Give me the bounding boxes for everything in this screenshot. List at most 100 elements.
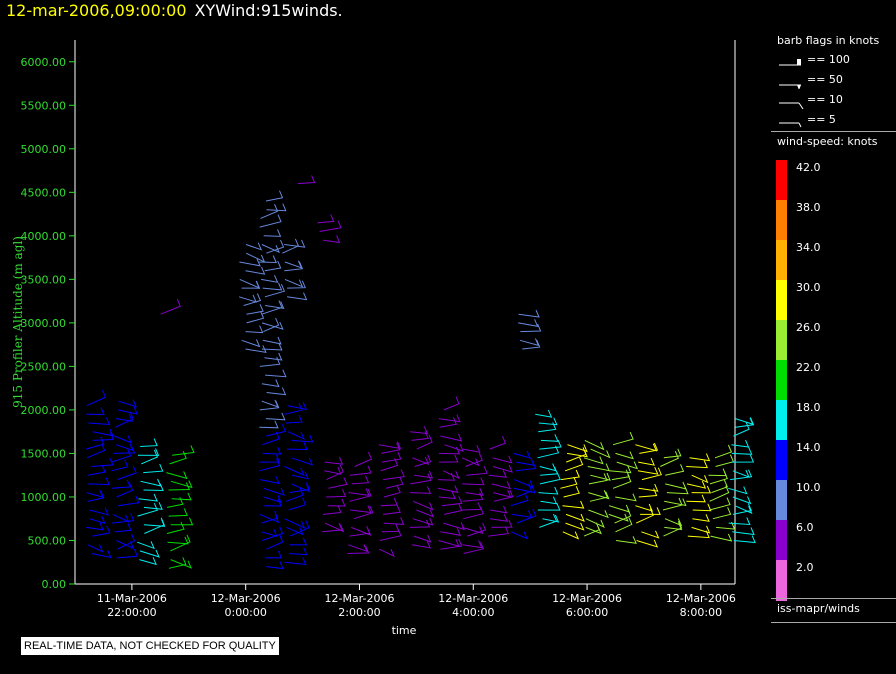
wind-barb — [686, 494, 706, 503]
wind-barb — [728, 486, 748, 495]
wind-barb — [438, 539, 460, 547]
wind-barb — [259, 458, 281, 472]
wind-barb — [116, 540, 135, 550]
wind-speed-colorbar: 42.0 38.0 34.0 30.0 26.0 22.0 18.0 14.0 10.0 6.0 2… — [776, 160, 821, 601]
wind-barb — [245, 325, 264, 334]
wind-barb — [735, 417, 755, 426]
wind-barb-profile — [660, 448, 689, 537]
colorbar-segment — [776, 480, 787, 521]
wind-barb — [89, 507, 109, 516]
wind-barb — [86, 443, 106, 459]
wind-barb — [328, 477, 348, 489]
wind-barb — [238, 294, 257, 303]
colorbar-label: 42.0 — [796, 161, 821, 174]
wind-barb — [512, 510, 533, 519]
wind-barb-profile — [282, 238, 308, 301]
wind-barb — [411, 540, 432, 549]
wind-barb — [588, 509, 609, 519]
wind-barb — [585, 518, 605, 528]
wind-barb — [324, 456, 344, 465]
wind-barb — [590, 472, 611, 481]
x-tick-label: 0:00:00 — [224, 606, 266, 619]
colorbar-label: 2.0 — [796, 561, 814, 574]
wind-barb — [264, 284, 286, 298]
wind-barb — [264, 352, 283, 361]
wind-barb — [615, 493, 637, 502]
wind-barb — [443, 396, 460, 411]
x-tick-label: 12-Mar-2006 — [552, 592, 622, 605]
wind-barb — [112, 513, 130, 523]
wind-barb-profile — [608, 431, 639, 544]
wind-barb — [383, 485, 401, 498]
wind-barb — [379, 528, 402, 541]
wind-barb — [261, 275, 279, 283]
wind-barb — [259, 454, 281, 463]
wind-barb — [138, 493, 158, 502]
barb-flag-label: == 5 — [807, 113, 836, 126]
wind-barb — [262, 282, 283, 291]
wind-barb — [615, 451, 634, 460]
wind-barb — [638, 483, 659, 492]
wind-barb — [465, 453, 483, 467]
wind-barb-profile — [488, 435, 514, 537]
wind-barb — [440, 433, 463, 442]
legend-divider — [771, 131, 896, 132]
wind-barb — [260, 204, 279, 219]
wind-barb — [261, 399, 279, 408]
wind-barb — [565, 513, 585, 522]
barb-flag-50: == 50 — [777, 73, 887, 89]
wind-barb-profile — [378, 441, 405, 558]
wind-barb — [438, 473, 456, 481]
barb-flag-label: == 50 — [807, 73, 843, 86]
x-axis-label: time — [392, 624, 417, 637]
wind-barb — [466, 466, 488, 476]
wind-barb-profile — [259, 424, 287, 570]
wind-barb — [491, 519, 513, 528]
wind-barb — [691, 525, 711, 534]
wind-barb — [439, 446, 461, 455]
wind-barb — [262, 446, 282, 455]
wind-barb — [616, 461, 639, 470]
y-tick-label: 2000.00 — [21, 404, 67, 417]
wind-barb — [350, 505, 372, 514]
wind-barb — [266, 534, 284, 550]
legend-divider — [771, 598, 896, 599]
wind-barb — [263, 317, 280, 333]
wind-barb — [412, 456, 430, 466]
wind-barb — [265, 412, 286, 421]
wind-barb — [444, 443, 464, 452]
wind-barb — [514, 479, 534, 489]
wind-barb — [86, 489, 104, 498]
wind-barb — [262, 336, 282, 345]
wind-barb — [143, 519, 166, 527]
wind-barb — [286, 487, 304, 502]
wind-barb — [440, 528, 462, 536]
wind-barb — [562, 531, 580, 540]
wind-barb — [86, 407, 105, 415]
wind-barb — [317, 214, 335, 224]
wind-barb-profile — [437, 396, 466, 550]
barb-50-icon — [779, 84, 801, 89]
wind-barb — [118, 495, 140, 507]
wind-barb — [641, 467, 662, 481]
wind-profile-plot: 0.00 500.00 1000.00 1500.00 2000.00 2500.00 30… — [11, 40, 756, 637]
wind-barb — [635, 503, 654, 512]
wind-barb — [265, 190, 284, 202]
wind-barb — [462, 477, 485, 486]
colorbar-label: 6.0 — [796, 521, 814, 534]
wind-barb — [686, 480, 707, 489]
wind-barb — [712, 507, 732, 520]
y-tick-label: 5500.00 — [21, 99, 67, 112]
wind-barb — [348, 488, 370, 497]
wind-barb — [137, 503, 158, 517]
colorbar-segment — [776, 520, 787, 561]
wind-barb-profile — [166, 445, 195, 569]
wind-barb — [169, 451, 187, 465]
wind-barb-profile — [284, 402, 314, 565]
wind-barb — [166, 471, 188, 480]
wind-barb — [261, 342, 283, 351]
wind-barb — [539, 463, 557, 472]
wind-barb — [323, 235, 341, 244]
wind-barb — [413, 534, 432, 543]
wind-barb — [266, 387, 287, 396]
